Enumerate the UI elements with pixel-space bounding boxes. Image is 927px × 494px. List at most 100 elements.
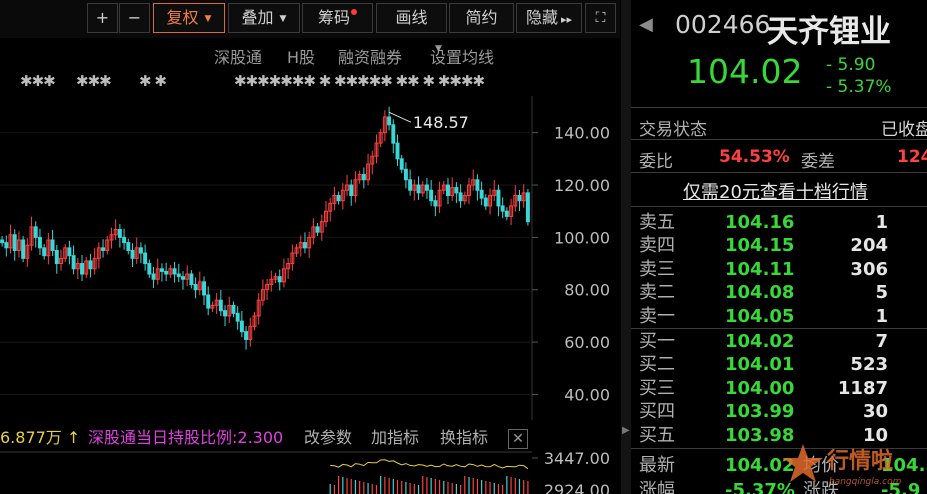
order-book-row[interactable]: 卖一 104.05 1 [631, 305, 927, 328]
candle [122, 228, 127, 250]
fullscreen-button[interactable]: ⛶ [585, 3, 616, 33]
volume-value: 6.877万 [0, 428, 62, 447]
candle [517, 189, 522, 211]
candle [185, 265, 190, 287]
zoom-in-button[interactable]: + [87, 3, 118, 33]
y-axis: 140.00 120.00 100.00 80.00 60.00 40.00 [532, 124, 610, 404]
close-icon[interactable]: ✕ [508, 429, 528, 449]
zoom-out-button[interactable]: − [119, 3, 150, 33]
adjust-price-dropdown[interactable]: 复权 ▼ [153, 3, 225, 33]
candle [269, 270, 274, 292]
y-tick-label: 40.00 [564, 385, 610, 404]
order-diff-value: 1246 [897, 147, 927, 167]
candle [164, 262, 169, 282]
panel-divider[interactable]: ▶ [621, 0, 631, 494]
level-label: 买一 [639, 331, 675, 352]
candle [88, 253, 93, 278]
hide-button[interactable]: 隐藏 ▸▸ [516, 3, 582, 33]
event-marker-group[interactable]: ✱✱✱ [76, 72, 112, 92]
event-marker-group[interactable]: ✱✱✱✱✱✱✱ ✱ [234, 72, 331, 92]
order-book-row[interactable]: 买五 103.98 10 [631, 424, 927, 447]
candle [42, 243, 47, 260]
candle [513, 185, 518, 212]
edit-params-button[interactable]: 改参数 [304, 426, 352, 450]
candle [218, 289, 223, 317]
simple-mode-button[interactable]: 简约 [449, 3, 514, 33]
candle [147, 259, 152, 278]
switch-indicator-button[interactable]: 换指标 [440, 426, 488, 450]
volume-pane: 3447.00 2924.00 [0, 449, 610, 494]
margin-trading-link[interactable]: 融资融券 [338, 44, 402, 68]
candle [206, 286, 211, 316]
candle [302, 232, 307, 254]
candle [509, 198, 514, 226]
candle [521, 184, 526, 208]
candle [16, 231, 21, 258]
y-tick-label: 120.00 [554, 176, 610, 195]
candle [25, 238, 30, 267]
level-label: 卖一 [639, 305, 675, 327]
h-share-link[interactable]: H股 [287, 44, 315, 68]
level-label: 买四 [639, 401, 675, 423]
plus-icon: + [95, 8, 110, 27]
candle [504, 207, 509, 221]
order-book-row[interactable]: 买一 104.02 7 [631, 330, 927, 353]
candle [370, 150, 375, 175]
annotation-pointer [388, 111, 412, 123]
event-marker-group[interactable]: ✱✱✱ [20, 72, 56, 92]
order-book-row[interactable]: 买四 103.99 30 [631, 400, 927, 423]
candle [63, 243, 68, 263]
add-indicator-button[interactable]: 加指标 [371, 426, 419, 450]
level2-promo-link[interactable]: 仅需20元查看十档行情 [683, 178, 868, 204]
last-price-row: 最新 104.02 均价 104.5 [631, 454, 927, 478]
candle [458, 184, 463, 208]
candle [382, 110, 387, 142]
draw-line-button[interactable]: 画线 [376, 3, 447, 33]
candle [446, 177, 450, 205]
level-price: 104.05 [725, 305, 795, 327]
candle [117, 224, 122, 248]
candle [12, 229, 17, 261]
level-label: 买二 [639, 354, 675, 376]
candle [172, 261, 177, 283]
stock-code: 002466 [675, 10, 771, 39]
event-marker-group[interactable]: ✱ ✱ [139, 72, 167, 92]
candle [450, 177, 455, 201]
candle [21, 236, 26, 263]
candle [29, 216, 34, 251]
candle [265, 278, 270, 300]
order-book-row[interactable]: 买三 104.00 1187 [631, 377, 927, 400]
candle [416, 176, 421, 200]
collapse-arrow-icon[interactable]: ▶ [622, 425, 630, 436]
candle [366, 153, 371, 186]
chg-value: -5.37% [725, 480, 795, 494]
order-book-row[interactable]: 卖四 104.15 204 [631, 234, 927, 257]
level-price: 103.98 [725, 424, 795, 446]
order-book-row[interactable]: 卖二 104.08 5 [631, 281, 927, 304]
candle [256, 293, 261, 325]
last-value: 104.02 [725, 455, 795, 476]
hk-connect-link[interactable]: 深股通 [214, 44, 262, 68]
order-book-row[interactable]: 卖五 104.16 1 [631, 211, 927, 234]
overlay-dropdown[interactable]: 叠加 ▼ [228, 3, 300, 33]
order-book-row[interactable]: 卖三 104.11 306 [631, 258, 927, 281]
status-label: 交易状态 [639, 120, 707, 140]
level-volume: 1187 [837, 377, 888, 399]
level-volume: 523 [850, 354, 888, 376]
candle [159, 263, 164, 282]
y-tick-label: 60.00 [564, 333, 610, 352]
back-arrow-icon[interactable]: ◀ [639, 14, 653, 35]
chips-button[interactable]: 筹码 [302, 3, 373, 33]
candle [286, 258, 291, 279]
candle [391, 119, 396, 154]
order-book-row[interactable]: 买二 104.01 523 [631, 353, 927, 376]
candle [155, 258, 160, 285]
candle [134, 237, 139, 264]
hk-ratio-line [330, 459, 529, 470]
hide-label: 隐藏 [525, 8, 558, 27]
divider [631, 172, 927, 173]
event-marker-group[interactable]: ✱✱✱✱✱ ✱✱ ✱ ✱✱✱✱ [334, 72, 485, 92]
quote-panel: ◀ 002466 天齐锂业 104.02 - 5.90 - 5.37% 交易状态… [631, 0, 927, 494]
candle [298, 235, 303, 257]
candle [328, 197, 333, 222]
